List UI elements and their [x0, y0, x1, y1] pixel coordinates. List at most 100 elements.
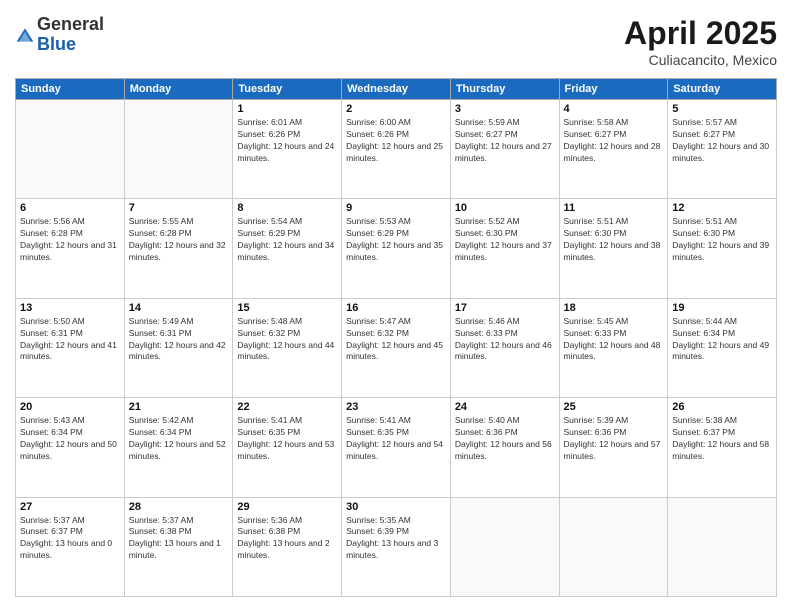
day-cell: 4Sunrise: 5:58 AMSunset: 6:27 PMDaylight… — [559, 100, 668, 199]
day-info: Sunrise: 5:51 AMSunset: 6:30 PMDaylight:… — [672, 216, 772, 264]
day-number: 29 — [237, 501, 337, 513]
day-cell: 23 Sunrise: 5:41 AMSunset: 6:35 PMDayligh… — [342, 398, 451, 497]
calendar: Sunday Monday Tuesday Wednesday Thursday… — [15, 78, 777, 597]
col-wednesday: Wednesday — [342, 79, 451, 100]
day-cell — [16, 100, 125, 199]
col-sunday: Sunday — [16, 79, 125, 100]
day-number: 2 — [346, 103, 446, 115]
logo-general-text: General — [37, 14, 104, 34]
day-cell: 6 Sunrise: 5:56 AMSunset: 6:28 PMDaylight… — [16, 199, 125, 298]
logo-blue-text: Blue — [37, 34, 76, 54]
day-number: 10 — [455, 202, 555, 214]
logo: General Blue — [15, 15, 104, 55]
day-info: Sunrise: 5:51 AMSunset: 6:30 PMDaylight:… — [564, 216, 664, 264]
day-info: Sunrise: 5:47 AMSunset: 6:32 PMDaylight:… — [346, 316, 446, 364]
day-cell: 15Sunrise: 5:48 AMSunset: 6:32 PMDayligh… — [233, 298, 342, 397]
week-row-1: 1 Sunrise: 6:01 AMSunset: 6:26 PMDaylight… — [16, 100, 777, 199]
day-number: 1 — [237, 103, 337, 115]
calendar-body: 1 Sunrise: 6:01 AMSunset: 6:26 PMDaylight… — [16, 100, 777, 597]
day-info: Sunrise: 5:44 AMSunset: 6:34 PMDaylight:… — [672, 316, 772, 364]
day-cell: 21Sunrise: 5:42 AMSunset: 6:34 PMDayligh… — [124, 398, 233, 497]
day-info: Sunrise: 5:37 AMSunset: 6:37 PMDaylight:… — [20, 515, 120, 563]
day-info: Sunrise: 5:43 AMSunset: 6:34 PMDaylight:… — [20, 415, 120, 463]
day-info: Sunrise: 5:53 AMSunset: 6:29 PMDaylight:… — [346, 216, 446, 264]
day-number: 14 — [129, 302, 229, 314]
day-number: 20 — [20, 401, 120, 413]
day-info: Sunrise: 5:49 AMSunset: 6:31 PMDaylight:… — [129, 316, 229, 364]
col-thursday: Thursday — [450, 79, 559, 100]
day-cell: 17 Sunrise: 5:46 AMSunset: 6:33 PMDayligh… — [450, 298, 559, 397]
day-number: 17 — [455, 302, 555, 314]
day-cell: 9 Sunrise: 5:53 AMSunset: 6:29 PMDaylight… — [342, 199, 451, 298]
day-info: Sunrise: 5:56 AMSunset: 6:28 PMDaylight:… — [20, 216, 120, 264]
day-info: Sunrise: 5:38 AMSunset: 6:37 PMDaylight:… — [672, 415, 772, 463]
day-cell: 12 Sunrise: 5:51 AMSunset: 6:30 PMDayligh… — [668, 199, 777, 298]
header: General Blue April 2025 Culiacancito, Me… — [15, 15, 777, 68]
day-number: 25 — [564, 401, 664, 413]
day-number: 30 — [346, 501, 446, 513]
day-number: 18 — [564, 302, 664, 314]
logo-icon — [15, 25, 35, 45]
day-number: 8 — [237, 202, 337, 214]
day-cell: 27 Sunrise: 5:37 AMSunset: 6:37 PMDayligh… — [16, 497, 125, 596]
location: Culiacancito, Mexico — [624, 52, 777, 68]
day-cell: 22Sunrise: 5:41 AMSunset: 6:35 PMDayligh… — [233, 398, 342, 497]
day-cell: 7Sunrise: 5:55 AMSunset: 6:28 PMDaylight… — [124, 199, 233, 298]
day-info: Sunrise: 5:41 AMSunset: 6:35 PMDaylight:… — [346, 415, 446, 463]
day-info: Sunrise: 5:50 AMSunset: 6:31 PMDaylight:… — [20, 316, 120, 364]
day-cell: 1 Sunrise: 6:01 AMSunset: 6:26 PMDaylight… — [233, 100, 342, 199]
title-block: April 2025 Culiacancito, Mexico — [624, 15, 777, 68]
day-number: 26 — [672, 401, 772, 413]
day-info: Sunrise: 5:35 AMSunset: 6:39 PMDaylight:… — [346, 515, 446, 563]
day-cell: 2 Sunrise: 6:00 AMSunset: 6:26 PMDaylight… — [342, 100, 451, 199]
day-number: 19 — [672, 302, 772, 314]
col-monday: Monday — [124, 79, 233, 100]
day-number: 3 — [455, 103, 555, 115]
day-info: Sunrise: 5:54 AMSunset: 6:29 PMDaylight:… — [237, 216, 337, 264]
day-cell — [668, 497, 777, 596]
day-cell: 8 Sunrise: 5:54 AMSunset: 6:29 PMDaylight… — [233, 199, 342, 298]
day-info: Sunrise: 5:55 AMSunset: 6:28 PMDaylight:… — [129, 216, 229, 264]
col-tuesday: Tuesday — [233, 79, 342, 100]
day-info: Sunrise: 5:52 AMSunset: 6:30 PMDaylight:… — [455, 216, 555, 264]
day-number: 22 — [237, 401, 337, 413]
day-cell: 29 Sunrise: 5:36 AMSunset: 6:38 PMDayligh… — [233, 497, 342, 596]
day-cell: 11 Sunrise: 5:51 AMSunset: 6:30 PMDayligh… — [559, 199, 668, 298]
calendar-header-row: Sunday Monday Tuesday Wednesday Thursday… — [16, 79, 777, 100]
day-info: Sunrise: 6:01 AMSunset: 6:26 PMDaylight:… — [237, 117, 337, 165]
day-number: 15 — [237, 302, 337, 314]
month-title: April 2025 — [624, 15, 777, 52]
day-info: Sunrise: 6:00 AMSunset: 6:26 PMDaylight:… — [346, 117, 446, 165]
day-cell: 3 Sunrise: 5:59 AMSunset: 6:27 PMDaylight… — [450, 100, 559, 199]
day-info: Sunrise: 5:37 AMSunset: 6:38 PMDaylight:… — [129, 515, 229, 563]
day-cell — [450, 497, 559, 596]
col-saturday: Saturday — [668, 79, 777, 100]
day-info: Sunrise: 5:36 AMSunset: 6:38 PMDaylight:… — [237, 515, 337, 563]
week-row-4: 20 Sunrise: 5:43 AMSunset: 6:34 PMDayligh… — [16, 398, 777, 497]
day-number: 23 — [346, 401, 446, 413]
col-friday: Friday — [559, 79, 668, 100]
day-cell: 10 Sunrise: 5:52 AMSunset: 6:30 PMDayligh… — [450, 199, 559, 298]
day-cell — [124, 100, 233, 199]
day-cell: 30 Sunrise: 5:35 AMSunset: 6:39 PMDayligh… — [342, 497, 451, 596]
day-info: Sunrise: 5:57 AMSunset: 6:27 PMDaylight:… — [672, 117, 772, 165]
day-number: 6 — [20, 202, 120, 214]
day-number: 28 — [129, 501, 229, 513]
day-number: 27 — [20, 501, 120, 513]
day-number: 16 — [346, 302, 446, 314]
day-number: 21 — [129, 401, 229, 413]
day-number: 11 — [564, 202, 664, 214]
day-info: Sunrise: 5:58 AMSunset: 6:27 PMDaylight:… — [564, 117, 664, 165]
day-cell: 5 Sunrise: 5:57 AMSunset: 6:27 PMDaylight… — [668, 100, 777, 199]
day-info: Sunrise: 5:45 AMSunset: 6:33 PMDaylight:… — [564, 316, 664, 364]
day-number: 12 — [672, 202, 772, 214]
day-number: 24 — [455, 401, 555, 413]
day-number: 5 — [672, 103, 772, 115]
day-cell: 20 Sunrise: 5:43 AMSunset: 6:34 PMDayligh… — [16, 398, 125, 497]
day-number: 9 — [346, 202, 446, 214]
day-cell: 16 Sunrise: 5:47 AMSunset: 6:32 PMDayligh… — [342, 298, 451, 397]
day-info: Sunrise: 5:59 AMSunset: 6:27 PMDaylight:… — [455, 117, 555, 165]
day-cell: 28 Sunrise: 5:37 AMSunset: 6:38 PMDayligh… — [124, 497, 233, 596]
day-info: Sunrise: 5:40 AMSunset: 6:36 PMDaylight:… — [455, 415, 555, 463]
day-info: Sunrise: 5:46 AMSunset: 6:33 PMDaylight:… — [455, 316, 555, 364]
